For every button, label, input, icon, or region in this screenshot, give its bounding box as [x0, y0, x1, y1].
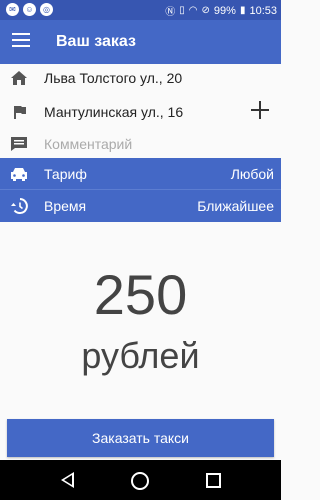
- tariff-label: Тариф: [44, 166, 87, 182]
- comment-placeholder: Комментарий: [44, 136, 133, 152]
- navigation-bar: [0, 460, 281, 500]
- page-title: Ваш заказ: [56, 33, 136, 50]
- taxi-icon: [11, 168, 27, 181]
- home-icon: [11, 71, 27, 85]
- price-currency: рублей: [81, 335, 200, 376]
- comment-field[interactable]: Комментарий: [0, 128, 281, 160]
- menu-icon[interactable]: [12, 33, 30, 51]
- status-bar: ✉ ☺ ◎ Ⓝ ▯ ◠ ⊘ 99% ▮ 10:53: [0, 0, 281, 20]
- clock: 10:53: [249, 4, 277, 17]
- time-value: Ближайшее: [197, 198, 274, 214]
- tariff-row[interactable]: Тариф Любой: [0, 158, 281, 190]
- pickup-address: Льва Толстого ул., 20: [44, 70, 183, 86]
- recent-apps-icon[interactable]: [206, 473, 221, 488]
- tariff-value: Любой: [230, 166, 274, 182]
- nfc-icon: Ⓝ: [165, 7, 176, 18]
- app-bar: Ваш заказ: [0, 20, 281, 64]
- pickup-address-row[interactable]: Льва Толстого ул., 20: [0, 62, 281, 94]
- globe-icon: ◎: [40, 3, 53, 16]
- back-icon[interactable]: [61, 472, 74, 488]
- order-taxi-button[interactable]: Заказать такси: [7, 419, 274, 457]
- battery-percent: 99%: [213, 4, 236, 17]
- battery-icon: ▮: [239, 5, 246, 16]
- time-label: Время: [44, 198, 87, 214]
- sms-icon: ✉: [6, 3, 19, 16]
- comment-icon: [11, 137, 27, 151]
- flag-icon: [14, 105, 26, 119]
- vibrate-icon: ▯: [179, 5, 185, 16]
- price-amount: 250: [93, 263, 188, 326]
- home-button-icon[interactable]: [131, 472, 149, 490]
- face-icon: ☺: [23, 3, 36, 16]
- destination-address-row[interactable]: Мантулинская ул., 16: [0, 96, 281, 128]
- time-row[interactable]: Время Ближайшее: [0, 190, 281, 222]
- history-icon: [11, 198, 28, 214]
- no-sim-icon: ⊘: [201, 5, 210, 16]
- destination-address: Мантулинская ул., 16: [44, 104, 184, 120]
- wifi-icon: ◠: [188, 5, 198, 16]
- add-stop-button[interactable]: [251, 101, 269, 119]
